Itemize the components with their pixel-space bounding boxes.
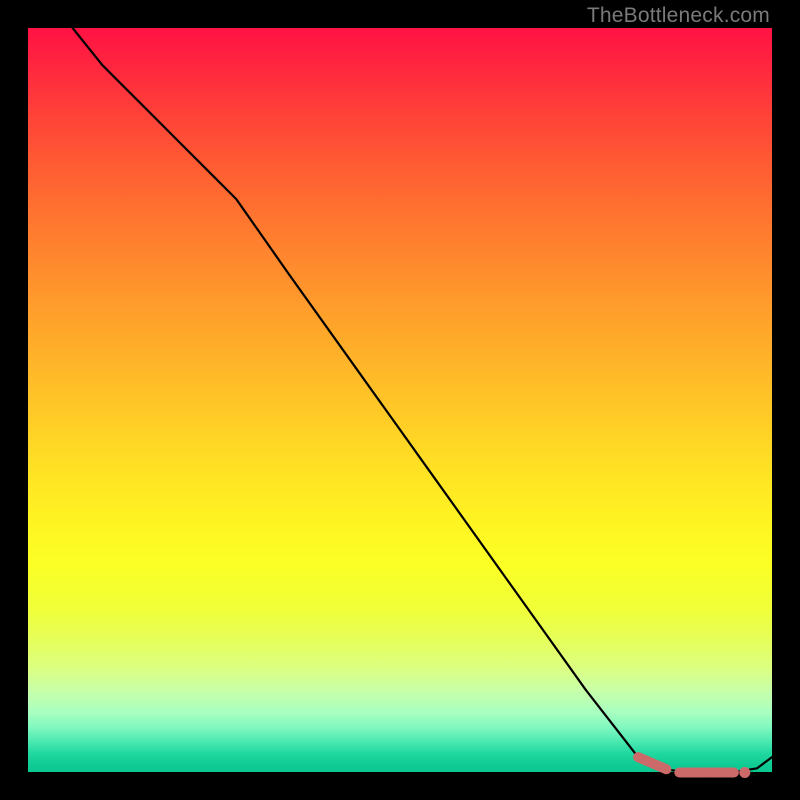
watermark-text: TheBottleneck.com <box>587 4 770 28</box>
bottleneck-curve-line <box>73 28 772 772</box>
chart-svg <box>28 28 772 772</box>
highlight-dashed-segment <box>638 757 750 778</box>
chart-frame: TheBottleneck.com <box>0 0 800 800</box>
